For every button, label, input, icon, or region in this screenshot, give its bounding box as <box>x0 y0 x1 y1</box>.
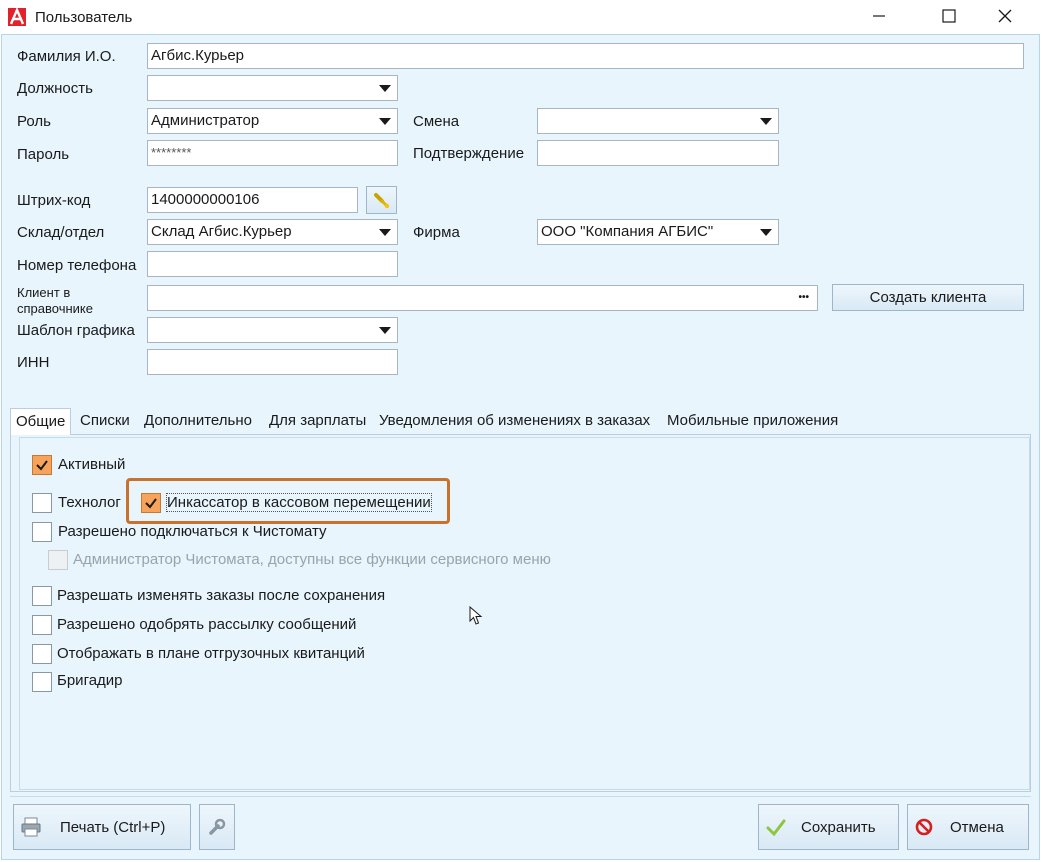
chistomat-checkbox[interactable] <box>32 522 52 542</box>
ellipsis-icon[interactable]: ••• <box>798 286 809 310</box>
tab-lists[interactable]: Списки <box>78 408 132 434</box>
chistomat-admin-checkbox <box>48 550 68 570</box>
tab-mobile-apps[interactable]: Мобильные приложения <box>665 408 840 434</box>
create-client-button[interactable]: Создать клиента <box>832 284 1024 311</box>
cancel-icon <box>915 818 933 836</box>
shift-label: Смена <box>413 113 460 130</box>
firm-value: ООО "Компания АГБИС" <box>541 223 714 240</box>
tab-general[interactable]: Общие <box>10 408 72 435</box>
collector-label: Инкассатор в кассовом перемещении <box>166 493 432 512</box>
shipping-plan-label: Отображать в плане отгрузочных квитанций <box>57 645 365 662</box>
foreman-label: Бригадир <box>57 672 123 689</box>
tab-salary[interactable]: Для зарплаты <box>267 408 368 434</box>
client-field[interactable]: ••• <box>147 285 818 311</box>
technolog-checkbox[interactable] <box>32 493 52 513</box>
chistomat-admin-label: Администратор Чистомата, доступны все фу… <box>73 551 551 568</box>
fio-field[interactable]: Агбис.Курьер <box>147 43 1024 69</box>
inn-label: ИНН <box>17 354 50 371</box>
shift-combo[interactable] <box>537 108 779 134</box>
confirm-password-field[interactable] <box>537 140 779 166</box>
chevron-down-icon[interactable] <box>379 85 391 92</box>
firm-label: Фирма <box>413 224 460 241</box>
cancel-button[interactable]: Отмена <box>907 804 1029 850</box>
print-label: Печать (Ctrl+P) <box>60 818 166 836</box>
schedule-combo[interactable] <box>147 317 398 343</box>
brush-icon <box>373 193 389 209</box>
minimize-icon[interactable] <box>856 0 902 32</box>
edit-orders-checkbox[interactable] <box>32 586 52 606</box>
collector-checkbox[interactable] <box>141 493 161 513</box>
checkmark-icon <box>145 498 157 509</box>
chevron-down-icon[interactable] <box>760 118 772 125</box>
chevron-down-icon[interactable] <box>379 229 391 236</box>
close-icon[interactable] <box>982 0 1028 32</box>
barcode-field[interactable]: 1400000000106 <box>147 187 358 213</box>
position-combo[interactable] <box>147 75 398 101</box>
app-logo-icon <box>8 6 26 26</box>
warehouse-value: Склад Агбис.Курьер <box>151 223 292 240</box>
role-label: Роль <box>17 113 51 130</box>
footer-separator <box>10 796 1031 797</box>
schedule-label: Шаблон графика <box>17 322 135 339</box>
edit-orders-label: Разрешать изменять заказы после сохранен… <box>57 587 386 604</box>
technolog-label: Технолог <box>58 494 121 511</box>
warehouse-combo[interactable]: Склад Агбис.Курьер <box>147 219 398 245</box>
firm-combo[interactable]: ООО "Компания АГБИС" <box>537 219 779 245</box>
save-label: Сохранить <box>801 818 876 836</box>
printer-icon <box>21 817 41 837</box>
chevron-down-icon[interactable] <box>760 229 772 236</box>
phone-label: Номер телефона <box>17 257 137 274</box>
active-label: Активный <box>58 456 126 473</box>
chevron-down-icon[interactable] <box>379 327 391 334</box>
maximize-icon[interactable] <box>926 0 972 32</box>
wrench-icon <box>209 818 226 835</box>
shipping-plan-checkbox[interactable] <box>32 644 52 664</box>
generate-barcode-button[interactable] <box>366 186 397 214</box>
foreman-checkbox[interactable] <box>32 672 52 692</box>
tab-additional[interactable]: Дополнительно <box>142 408 254 434</box>
settings-button[interactable] <box>199 804 235 850</box>
approve-mailing-checkbox[interactable] <box>32 615 52 635</box>
position-label: Должность <box>17 80 93 97</box>
cancel-label: Отмена <box>950 818 1004 836</box>
save-button[interactable]: Сохранить <box>758 804 899 850</box>
approve-mailing-label: Разрешено одобрять рассылку сообщений <box>57 616 357 633</box>
checkmark-icon <box>766 819 786 837</box>
chevron-down-icon[interactable] <box>379 118 391 125</box>
password-label: Пароль <box>17 146 70 163</box>
role-value: Администратор <box>151 112 260 129</box>
chistomat-label: Разрешено подключаться к Чистомату <box>58 523 327 540</box>
confirm-label: Подтверждение <box>413 145 525 162</box>
barcode-label: Штрих-код <box>17 192 91 209</box>
inn-field[interactable] <box>147 349 398 375</box>
client-label: Клиент в справочнике <box>17 285 93 316</box>
checkmark-icon <box>36 460 48 471</box>
password-field[interactable]: ******** <box>147 140 398 166</box>
print-button[interactable]: Печать (Ctrl+P) <box>13 804 191 850</box>
window-title: Пользователь <box>35 9 133 26</box>
phone-field[interactable] <box>147 251 398 277</box>
fio-label: Фамилия И.О. <box>17 48 116 65</box>
tab-order-notifications[interactable]: Уведомления об изменениях в заказах <box>377 408 652 434</box>
warehouse-label: Склад/отдел <box>17 224 105 241</box>
mouse-cursor-icon <box>469 605 483 630</box>
active-checkbox[interactable] <box>32 455 52 475</box>
role-combo[interactable]: Администратор <box>147 108 398 134</box>
